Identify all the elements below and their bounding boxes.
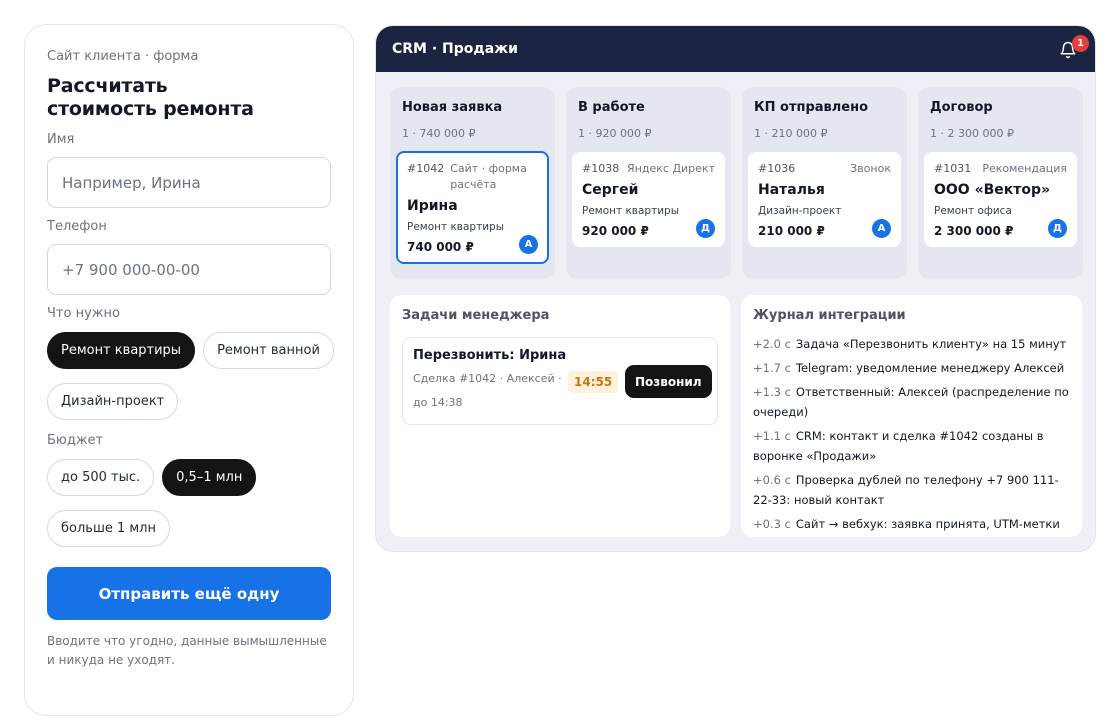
log-entry: +1.1 с CRM: контакт и сделка #1042 создан… bbox=[753, 426, 1070, 466]
deal-card[interactable]: #1038 Яндекс Директ Сергей Ремонт кварти… bbox=[572, 152, 725, 247]
pipeline-columns: Новая заявка 1 · 740 000 ₽ #1042 Сайт · … bbox=[390, 87, 1083, 279]
form-title: Рассчитать стоимость ремонта bbox=[47, 75, 254, 120]
phone-label: Телефон bbox=[47, 219, 107, 234]
deal-name: Наталья bbox=[758, 182, 825, 198]
crm-title: CRM · Продажи bbox=[392, 41, 518, 57]
column-summary: 1 · 920 000 ₽ bbox=[578, 127, 652, 140]
task-title: Перезвонить: Ирина bbox=[413, 348, 567, 363]
column-title: Новая заявка bbox=[402, 100, 503, 115]
deal-source: Рекомендация bbox=[982, 162, 1067, 175]
deal-amount: 920 000 ₽ bbox=[582, 224, 649, 238]
deal-card[interactable]: #1042 Сайт · форма расчёта Ирина Ремонт … bbox=[396, 151, 549, 264]
deal-source: Сайт · форма расчёта bbox=[450, 162, 527, 191]
pipeline-column: КП отправлено 1 · 210 000 ₽ #1036 Звонок… bbox=[742, 87, 907, 279]
log-text: Telegram: уведомление менеджеру Алексей bbox=[795, 361, 1065, 375]
need-label: Что нужно bbox=[47, 306, 120, 321]
tasks-title: Задачи менеджера bbox=[402, 308, 550, 323]
deal-description: Ремонт квартиры bbox=[582, 205, 679, 217]
deal-card[interactable]: #1031 Рекомендация ООО «Вектор» Ремонт о… bbox=[924, 152, 1077, 247]
task-meta: Сделка #1042 · Алексей · до 14:38 bbox=[413, 372, 562, 409]
phone-input[interactable] bbox=[47, 244, 331, 295]
column-title: Договор bbox=[930, 100, 993, 115]
called-button[interactable]: Позвонил bbox=[625, 365, 712, 398]
budget-option-under-500k[interactable]: до 500 тыс. bbox=[47, 459, 155, 496]
avatar: А bbox=[519, 235, 538, 254]
budget-option-over-1m[interactable]: больше 1 млн bbox=[47, 510, 170, 547]
log-entry: +1.3 с Ответственный: Алексей (распределе… bbox=[753, 382, 1070, 422]
submit-button[interactable]: Отправить ещё одну bbox=[47, 567, 331, 620]
crm-panel: CRM · Продажи 1 Новая заявка 1 · 740 000… bbox=[375, 25, 1096, 552]
deal-description: Дизайн-проект bbox=[758, 205, 842, 217]
log-text: Задача «Перезвонить клиенту» на 15 минут bbox=[795, 337, 1067, 351]
deal-id: #1038 bbox=[582, 162, 620, 175]
budget-options: до 500 тыс. 0,5–1 млн больше 1 млн bbox=[47, 459, 337, 547]
name-label: Имя bbox=[47, 132, 75, 147]
task-timer: 14:55 bbox=[568, 371, 619, 393]
avatar: Д bbox=[1048, 219, 1067, 238]
log-list: +2.0 с Задача «Перезвонить клиенту» на 15… bbox=[753, 334, 1070, 537]
need-option-design[interactable]: Дизайн-проект bbox=[47, 383, 179, 420]
need-option-bathroom[interactable]: Ремонт ванной bbox=[203, 332, 334, 369]
column-title: КП отправлено bbox=[754, 100, 869, 115]
log-title: Журнал интеграции bbox=[753, 308, 906, 323]
log-time: +0.6 с bbox=[753, 473, 791, 487]
need-option-apartment[interactable]: Ремонт квартиры bbox=[47, 332, 196, 369]
column-title: В работе bbox=[578, 100, 645, 115]
column-summary: 1 · 740 000 ₽ bbox=[402, 127, 476, 140]
deal-description: Ремонт офиса bbox=[934, 205, 1012, 217]
deal-id: #1036 bbox=[758, 162, 796, 175]
pipeline-column: В работе 1 · 920 000 ₽ #1038 Яндекс Дире… bbox=[566, 87, 731, 279]
deal-description: Ремонт квартиры bbox=[407, 221, 504, 233]
notification-badge: 1 bbox=[1072, 35, 1089, 52]
log-time: +1.7 с bbox=[753, 361, 791, 375]
deal-name: Ирина bbox=[407, 198, 458, 214]
manager-tasks-panel: Задачи менеджера Перезвонить: Ирина Сдел… bbox=[390, 295, 730, 537]
name-input[interactable] bbox=[47, 157, 331, 208]
deal-amount: 210 000 ₽ bbox=[758, 224, 825, 238]
budget-option-500k-1m[interactable]: 0,5–1 млн bbox=[162, 459, 257, 496]
log-entry: +2.0 с Задача «Перезвонить клиенту» на 15… bbox=[753, 334, 1070, 354]
deal-card[interactable]: #1036 Звонок Наталья Дизайн-проект 210 0… bbox=[748, 152, 901, 247]
log-time: +2.0 с bbox=[753, 337, 791, 351]
log-entry: +0.3 с Сайт → вебхук: заявка принята, UTM… bbox=[753, 514, 1070, 537]
log-text: CRM: контакт и сделка #1042 созданы в во… bbox=[753, 429, 1044, 463]
need-options: Ремонт квартиры Ремонт ванной Дизайн-про… bbox=[47, 332, 337, 420]
deal-name: Сергей bbox=[582, 182, 639, 198]
deal-amount: 2 300 000 ₽ bbox=[934, 224, 1014, 238]
integration-log-panel[interactable]: Журнал интеграции +2.0 с Задача «Перезвон… bbox=[741, 295, 1082, 537]
lead-form-card: Сайт клиента · форма Рассчитать стоимост… bbox=[24, 24, 354, 716]
log-time: +1.3 с bbox=[753, 385, 791, 399]
log-text: Сайт → вебхук: заявка принята, UTM-метки… bbox=[795, 517, 1060, 531]
pipeline-column: Договор 1 · 2 300 000 ₽ #1031 Рекомендац… bbox=[918, 87, 1083, 279]
column-summary: 1 · 2 300 000 ₽ bbox=[930, 127, 1014, 140]
log-entry: +0.6 с Проверка дублей по телефону +7 900… bbox=[753, 470, 1070, 510]
budget-label: Бюджет bbox=[47, 433, 104, 448]
avatar: А bbox=[872, 219, 891, 238]
log-entry: +1.7 с Telegram: уведомление менеджеру Ал… bbox=[753, 358, 1070, 378]
form-eyebrow: Сайт клиента · форма bbox=[47, 49, 199, 64]
avatar: Д bbox=[696, 219, 715, 238]
form-note: Вводите что угодно, данные вымышленные и… bbox=[47, 634, 327, 667]
pipeline-column: Новая заявка 1 · 740 000 ₽ #1042 Сайт · … bbox=[390, 87, 555, 279]
log-text: Проверка дублей по телефону +7 900 111-2… bbox=[753, 473, 1059, 507]
deal-id: #1031 bbox=[934, 162, 972, 175]
deal-id: #1042 bbox=[407, 162, 445, 175]
crm-header: CRM · Продажи 1 bbox=[376, 26, 1095, 72]
deal-name: ООО «Вектор» bbox=[934, 182, 1051, 198]
task-item: Перезвонить: Ирина Сделка #1042 · Алексе… bbox=[402, 337, 718, 425]
deal-source: Яндекс Директ bbox=[627, 162, 715, 175]
log-text: Ответственный: Алексей (распределение по… bbox=[753, 385, 1069, 419]
log-time: +0.3 с bbox=[753, 517, 791, 531]
deal-source: Звонок bbox=[850, 162, 891, 175]
column-summary: 1 · 210 000 ₽ bbox=[754, 127, 828, 140]
log-time: +1.1 с bbox=[753, 429, 791, 443]
